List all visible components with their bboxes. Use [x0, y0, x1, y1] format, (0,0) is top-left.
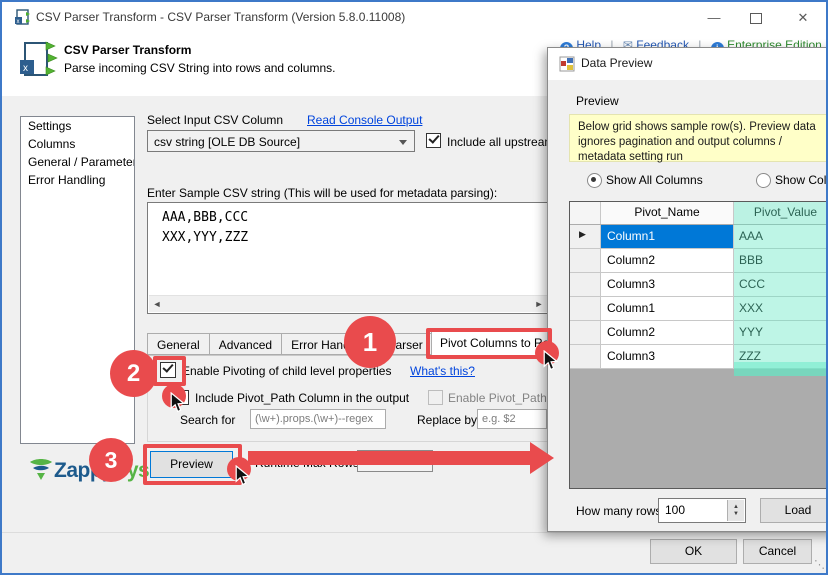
- annotation-step-2: 2: [110, 350, 157, 397]
- transform-icon: x: [18, 40, 58, 82]
- cursor-icon: [543, 350, 558, 371]
- settings-nav-list: Settings Columns General / Parameters Er…: [20, 116, 135, 444]
- pivot-value-highlight: [734, 202, 828, 362]
- spin-down-icon[interactable]: ▼: [733, 511, 739, 518]
- replace-by-input[interactable]: [477, 409, 547, 429]
- form-icon: [559, 56, 575, 72]
- chevron-down-icon: [399, 140, 407, 145]
- footer-divider: [2, 532, 828, 533]
- annotation-arrow-head-icon: [530, 442, 554, 474]
- cursor-icon: [170, 392, 185, 413]
- show-all-columns-label: Show All Columns: [606, 173, 703, 187]
- data-preview-titlebar[interactable]: Data Preview: [548, 48, 828, 80]
- data-preview-title: Data Preview: [581, 56, 652, 70]
- include-pivot-path-label: Include Pivot_Path Column in the output: [195, 391, 409, 405]
- tab-strip: GeneralAdvancedError HandlingParser: [147, 333, 464, 355]
- cancel-button[interactable]: Cancel: [743, 539, 812, 564]
- preview-grid[interactable]: Pivot_Name Pivot_Value ▶ Column1 AAA Col…: [569, 201, 828, 489]
- close-button[interactable]: ✕: [788, 8, 818, 28]
- window-title: CSV Parser Transform - CSV Parser Transf…: [36, 10, 405, 24]
- replace-by-label: Replace by: [417, 413, 477, 427]
- scroll-right-icon[interactable]: ►: [531, 296, 547, 312]
- scroll-left-icon[interactable]: ◄: [149, 296, 165, 312]
- data-preview-dialog: Data Preview Preview Below grid shows sa…: [547, 47, 828, 532]
- page-subtitle: Parse incoming CSV String into rows and …: [64, 61, 335, 75]
- include-upstream-checkbox[interactable]: [426, 133, 441, 148]
- search-for-input[interactable]: [250, 409, 386, 429]
- grid-selector-header: [570, 202, 601, 224]
- how-many-rows-value: 100: [659, 499, 685, 522]
- zappysys-swirl-icon: [28, 457, 54, 483]
- pivot-value-highlight-stub: [734, 362, 828, 376]
- whats-this-link[interactable]: What's this?: [410, 364, 475, 378]
- svg-text:x: x: [17, 19, 20, 25]
- tab-advanced[interactable]: Advanced: [210, 333, 282, 355]
- tab-general[interactable]: General: [147, 333, 210, 355]
- row-selector: [570, 297, 601, 320]
- sidebar-item-settings[interactable]: Settings: [21, 117, 134, 135]
- show-columns-radio[interactable]: [756, 173, 771, 188]
- annotation-arrow-body: [248, 451, 530, 465]
- show-all-columns-radio[interactable]: [587, 173, 602, 188]
- csv-column-value: csv string [OLE DB Source]: [154, 135, 300, 149]
- sample-csv-text: AAA,BBB,CCC XXX,YYY,ZZZ: [148, 203, 548, 248]
- resize-grip[interactable]: ⋱: [814, 558, 825, 571]
- horizontal-scrollbar[interactable]: ◄ ►: [149, 295, 547, 312]
- select-input-label: Select Input CSV Column: [147, 113, 283, 127]
- read-console-output-link[interactable]: Read Console Output: [307, 113, 422, 127]
- spin-up-icon[interactable]: ▲: [733, 504, 739, 511]
- row-selector: [570, 345, 601, 368]
- annotation-step-1: 1: [344, 316, 396, 368]
- cell-pivot-name[interactable]: Column1: [601, 297, 734, 320]
- sidebar-item-general-parameters[interactable]: General / Parameters: [21, 153, 134, 171]
- how-many-rows-spinner[interactable]: 100 ▲▼: [658, 498, 746, 523]
- row-selector: [570, 249, 601, 272]
- current-row-arrow-icon: ▶: [579, 229, 586, 240]
- sidebar-item-columns[interactable]: Columns: [21, 135, 134, 153]
- row-selector: ▶: [570, 225, 601, 248]
- minimize-button[interactable]: —: [699, 8, 729, 28]
- cell-pivot-name[interactable]: Column2: [601, 249, 734, 272]
- sidebar-item-error-handling[interactable]: Error Handling: [21, 171, 134, 189]
- ok-button[interactable]: OK: [650, 539, 737, 564]
- preview-section-label: Preview: [576, 94, 619, 108]
- checkmark-icon: [428, 132, 439, 143]
- how-many-rows-label: How many rows: [576, 504, 661, 518]
- cursor-icon: [235, 465, 250, 486]
- annotation-step-3: 3: [89, 438, 133, 482]
- app-window: x CSV Parser Transform - CSV Parser Tran…: [0, 0, 828, 575]
- cell-pivot-name[interactable]: Column1: [601, 225, 734, 248]
- row-selector: [570, 273, 601, 296]
- cell-pivot-name[interactable]: Column3: [601, 345, 734, 368]
- csv-column-dropdown[interactable]: csv string [OLE DB Source]: [147, 130, 415, 152]
- radio-dot-icon: [591, 177, 596, 182]
- svg-text:x: x: [23, 63, 28, 74]
- search-for-label: Search for: [180, 413, 235, 427]
- page-title: CSV Parser Transform: [64, 43, 191, 57]
- show-columns-label: Show Columns A: [775, 173, 828, 187]
- maximize-button[interactable]: [750, 13, 762, 24]
- cell-pivot-name[interactable]: Column2: [601, 321, 734, 344]
- app-icon: x: [14, 9, 31, 26]
- sample-csv-textarea[interactable]: AAA,BBB,CCC XXX,YYY,ZZZ ◄ ►: [147, 202, 549, 314]
- preview-note: Below grid shows sample row(s). Preview …: [569, 114, 828, 162]
- spinner-arrows[interactable]: ▲▼: [727, 500, 744, 521]
- load-button[interactable]: Load: [760, 498, 828, 523]
- sample-csv-label: Enter Sample CSV string (This will be us…: [147, 186, 497, 200]
- row-selector: [570, 321, 601, 344]
- annotation-rect-checkbox: [153, 356, 186, 386]
- enable-pivot-search-checkbox: [428, 390, 443, 405]
- grid-col-pivot-name[interactable]: Pivot_Name: [601, 202, 734, 224]
- annotation-rect-pivot-tab: [426, 328, 552, 359]
- cell-pivot-name[interactable]: Column3: [601, 273, 734, 296]
